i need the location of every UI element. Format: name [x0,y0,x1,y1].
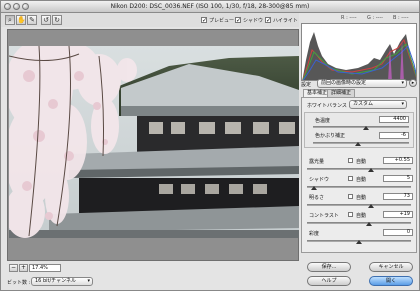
shadow-slider-thumb[interactable] [311,186,318,190]
brightness-auto-checkbox[interactable] [348,194,353,199]
exposure-label: 露光量 [309,159,325,165]
settings-select[interactable]: 前回の画像時の設定 ▾ [317,79,407,88]
r-readout: R : ---- [341,15,357,21]
saturation-slider-thumb[interactable] [356,240,362,244]
hand-icon[interactable]: ✋ [16,15,26,25]
tab-detail[interactable]: 詳細補正 [327,89,356,97]
brightness-slider[interactable] [307,204,411,206]
open-button[interactable]: 開く [369,276,413,286]
shadow-auto-label: 自動 [356,177,367,183]
white-balance-select[interactable]: カスタム ▾ [349,100,407,109]
white-balance-value: カスタム [353,101,374,107]
shadow-slider[interactable] [307,186,411,188]
contrast-auto-checkbox[interactable] [348,212,353,217]
zoom-icon[interactable]: ⌕ [5,15,15,25]
exposure-auto-label: 自動 [356,159,367,165]
b-readout: B : ---- [393,15,409,21]
depth-label: ビット数 : [7,280,31,286]
toolbar: ⌕ ✋ ✎ ↺ ↻ ✓ プレビュー ✓ シャドウ ✓ ハイライト [1,13,299,27]
zoom-field[interactable]: 17.4% [29,264,61,272]
g-readout: G : ---- [367,15,383,21]
help-button[interactable]: ヘルプ [307,276,351,286]
rotate-left-icon[interactable]: ↺ [41,15,51,25]
settings-menu-icon[interactable]: ▸ [409,79,417,87]
preview-checkbox[interactable]: ✓ [201,17,207,24]
chevron-down-icon: ▾ [87,278,90,284]
brightness-field[interactable]: 73 [383,193,413,200]
eyedropper-icon[interactable]: ✎ [27,15,37,25]
shadow-label: シャドウ [243,18,264,24]
temperature-label: 色温度 [315,118,331,124]
depth-value: 16 bit/チャンネル [35,278,77,284]
tint-slider-thumb[interactable] [355,142,362,146]
shadow-auto-checkbox[interactable] [348,176,353,181]
shadow-field[interactable]: 5 [383,175,413,182]
tint-field[interactable]: -6 [379,132,409,139]
histogram [301,23,417,81]
tint-label: 色かぶり補正 [315,133,346,139]
window-title: Nikon D200: DSC_0036.NEF (ISO 100, 1/30,… [110,3,310,10]
histogram-graph [302,32,416,80]
brightness-auto-label: 自動 [356,195,367,201]
rgb-readout: R : ---- G : ---- B : ---- [301,15,417,22]
depth-select[interactable]: 16 bit/チャンネル ▾ [31,277,93,286]
cancel-button[interactable]: キャンセル [369,262,413,272]
raw-dialog-window: Nikon D200: DSC_0036.NEF (ISO 100, 1/30,… [0,0,420,291]
highlight-checkbox[interactable]: ✓ [265,17,271,24]
contrast-label: コントラスト [309,213,339,219]
contrast-slider[interactable] [307,222,411,224]
brightness-label: 明るさ [309,195,325,201]
saturation-field[interactable]: 0 [383,229,413,236]
temperature-slider-thumb[interactable] [362,126,369,130]
chevron-down-icon: ▾ [401,101,404,107]
rotate-right-icon[interactable]: ↻ [52,15,62,25]
exposure-field[interactable]: +0.55 [383,157,413,164]
settings-label: 設定 [301,82,312,88]
preview-label: プレビュー [209,18,235,24]
shadow-adjust-label: シャドウ [309,177,330,183]
exposure-slider[interactable] [307,168,411,170]
contrast-slider-thumb[interactable] [366,222,373,226]
exposure-slider-thumb[interactable] [368,168,375,172]
chevron-down-icon: ▾ [401,80,404,86]
shadow-checkbox[interactable]: ✓ [235,17,241,24]
temple-cherry-blossom-image [9,46,299,238]
exposure-auto-checkbox[interactable] [348,158,353,163]
brightness-slider-thumb[interactable] [368,204,375,208]
settings-value: 前回の画像時の設定 [321,80,367,86]
preview-photo[interactable] [9,46,299,238]
zoom-in-button[interactable]: + [19,264,28,272]
contrast-field[interactable]: +19 [383,211,413,218]
save-button[interactable]: 保存... [307,262,351,272]
temperature-field[interactable]: 4400 [379,116,409,123]
contrast-auto-label: 自動 [356,213,367,219]
zoom-out-button[interactable]: − [9,264,18,272]
temperature-slider[interactable] [313,126,409,128]
highlight-label: ハイライト [273,18,298,24]
saturation-label: 彩度 [309,231,320,237]
zoom-bar: − + 17.4% [7,263,299,273]
white-balance-label: ホワイトバランス : [307,103,351,109]
title-bar[interactable]: Nikon D200: DSC_0036.NEF (ISO 100, 1/30,… [1,1,419,13]
